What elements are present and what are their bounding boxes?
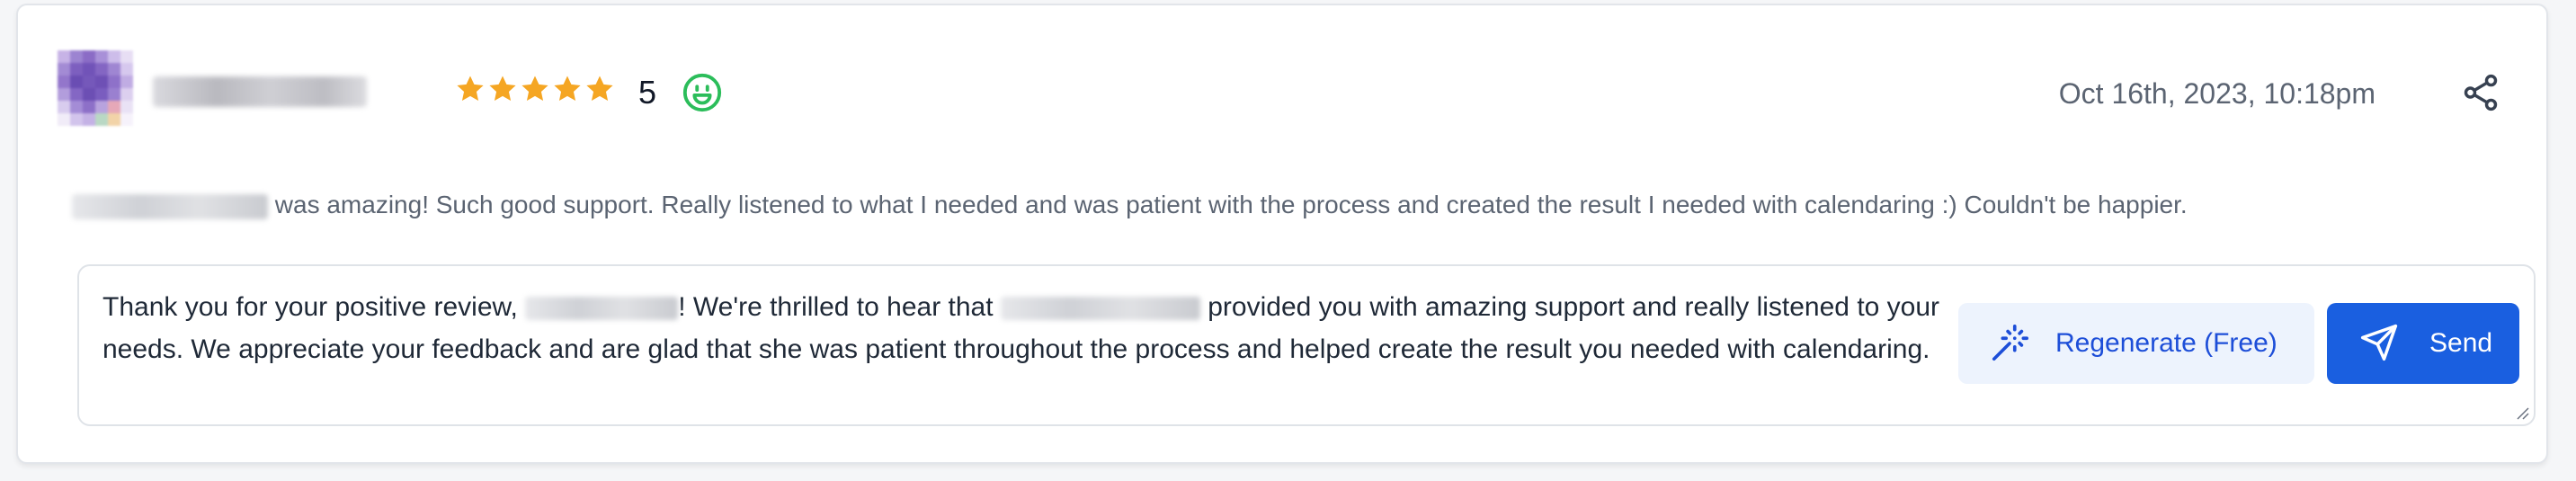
reply-part: ! We're thrilled to hear that: [678, 292, 1001, 322]
star-rating: [455, 74, 615, 104]
avatar: [58, 50, 133, 126]
star-icon: [586, 76, 613, 102]
rating-value: 5: [638, 74, 657, 111]
star-icon: [489, 76, 516, 102]
star-icon: [457, 76, 484, 102]
redacted-name: [1000, 297, 1200, 321]
review-text: was amazing! Such good support. Really l…: [72, 188, 2188, 222]
send-label: Send: [2429, 328, 2493, 358]
share-icon[interactable]: [2460, 72, 2501, 113]
redacted-name: [525, 297, 679, 321]
review-card: 5 Oct 16th, 2023, 10:18pm was amazing! S…: [16, 4, 2548, 464]
smile-icon: [682, 73, 722, 112]
resize-handle[interactable]: [2514, 405, 2530, 421]
star-icon: [521, 76, 548, 102]
reply-textarea[interactable]: Thank you for your positive review, ! We…: [77, 264, 2536, 426]
reply-text[interactable]: Thank you for your positive review, ! We…: [103, 286, 1955, 370]
review-date: Oct 16th, 2023, 10:18pm: [2058, 77, 2375, 110]
regenerate-button[interactable]: Regenerate (Free): [1958, 303, 2314, 384]
send-button[interactable]: Send: [2327, 303, 2519, 384]
regenerate-label: Regenerate (Free): [2055, 328, 2277, 358]
redacted-name: [72, 193, 268, 219]
review-body: was amazing! Such good support. Really l…: [274, 191, 2188, 218]
send-icon: [2360, 324, 2398, 361]
star-icon: [554, 76, 581, 102]
magic-wand-icon: [1992, 325, 2028, 361]
reviewer-name-redacted: [153, 76, 367, 107]
reply-part: Thank you for your positive review,: [103, 292, 526, 322]
